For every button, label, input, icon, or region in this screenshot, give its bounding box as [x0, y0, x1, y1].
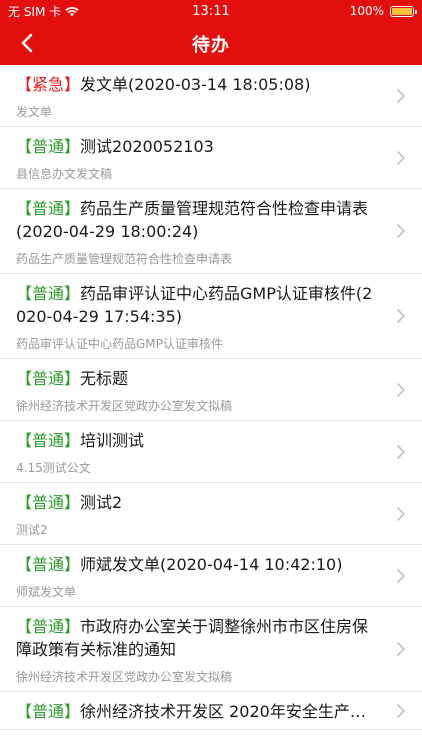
item-title: 【普通】培训测试: [16, 429, 382, 452]
chevron-right-icon: [397, 568, 405, 583]
item-title: 【普通】药品审评认证中心药品GMP认证审核件(2020-04-29 17:54:…: [16, 282, 382, 328]
chevron-right-icon: [397, 150, 405, 165]
header: 无 SIM 卡 13:11 100% 待办: [0, 0, 422, 65]
item-subtitle: 药品生产质量管理规范符合性检查申请表: [16, 252, 233, 266]
status-bar: 无 SIM 卡 13:11 100%: [0, 0, 422, 22]
list-item[interactable]: 【普通】徐州经济技术开发区 2020年安全生产…: [0, 692, 422, 730]
chevron-right-icon: [397, 506, 405, 521]
list-item[interactable]: 【普通】培训测试 4.15测试公文: [0, 421, 422, 483]
item-title-text: 测试2020052103: [80, 137, 214, 156]
item-subtitle: 徐州经济技术开发区党政办公室发文拟稿: [16, 399, 233, 413]
item-subtitle: 发文单: [16, 105, 53, 119]
chevron-right-icon: [397, 642, 405, 656]
normal-tag: 【普通】: [16, 199, 81, 218]
item-subtitle: 县信息办文发文稿: [16, 167, 113, 181]
item-title: 【普通】师斌发文单(2020-04-14 10:42:10): [16, 553, 382, 576]
chevron-right-icon: [397, 444, 405, 459]
item-title-text: 培训测试: [80, 431, 145, 450]
item-subtitle: 测试2: [16, 523, 48, 537]
list-item[interactable]: 【普通】测试2020052103 县信息办文发文稿: [0, 127, 422, 189]
item-title-text: 无标题: [80, 369, 129, 388]
list-item[interactable]: 【普通】药品生产质量管理规范符合性检查申请表(2020-04-29 18:00:…: [0, 189, 422, 274]
item-title: 【普通】市政府办公室关于调整徐州市市区住房保障政策有关标准的通知: [16, 615, 382, 661]
chevron-right-icon: [397, 224, 405, 238]
normal-tag: 【普通】: [16, 284, 81, 303]
chevron-right-icon: [397, 703, 405, 718]
list-item[interactable]: 【普通】药品审评认证中心药品GMP认证审核件(2020-04-29 17:54:…: [0, 274, 422, 359]
item-title: 【紧急】发文单(2020-03-14 18:05:08): [16, 73, 382, 96]
normal-tag: 【普通】: [16, 555, 81, 574]
normal-tag: 【普通】: [16, 369, 81, 388]
list-item[interactable]: 【普通】市政府办公室关于调整徐州市市区住房保障政策有关标准的通知徐州经济技术开发…: [0, 607, 422, 692]
item-subtitle: 药品审评认证中心药品GMP认证审核件: [16, 337, 223, 351]
chevron-right-icon: [397, 382, 405, 397]
list-item[interactable]: 【普通】师斌发文单(2020-04-14 10:42:10) 师斌发文单: [0, 545, 422, 607]
list-item[interactable]: 【紧急】发文单(2020-03-14 18:05:08) 发文单: [0, 65, 422, 127]
list-item[interactable]: 【普通】测试2 测试2: [0, 483, 422, 545]
item-title-text: 徐州经济技术开发区 2020年安全生产…: [80, 702, 366, 721]
back-button[interactable]: [10, 26, 44, 60]
item-title: 【普通】药品生产质量管理规范符合性检查申请表(2020-04-29 18:00:…: [16, 197, 382, 243]
normal-tag: 【普通】: [16, 137, 81, 156]
urgent-tag: 【紧急】: [16, 75, 81, 94]
chevron-right-icon: [397, 88, 405, 103]
normal-tag: 【普通】: [16, 431, 81, 450]
page-title: 待办: [192, 34, 230, 56]
todo-list: 【紧急】发文单(2020-03-14 18:05:08) 发文单 【普通】测试202…: [0, 65, 422, 730]
chevron-right-icon: [397, 309, 405, 323]
normal-tag: 【普通】: [16, 493, 81, 512]
item-subtitle: 徐州经济技术开发区党政办公室发文拟稿: [16, 670, 233, 684]
item-subtitle: 师斌发文单: [16, 585, 77, 599]
normal-tag: 【普通】: [16, 702, 81, 721]
item-subtitle: 4.15测试公文: [16, 461, 91, 475]
list-item[interactable]: 【普通】无标题徐州经济技术开发区党政办公室发文拟稿: [0, 359, 422, 421]
item-title: 【普通】测试2020052103: [16, 135, 382, 158]
item-title: 【普通】徐州经济技术开发区 2020年安全生产…: [16, 700, 382, 723]
chevron-left-icon: [21, 33, 33, 53]
item-title-text: 发文单(2020-03-14 18:05:08): [80, 75, 311, 94]
item-title-text: 师斌发文单(2020-04-14 10:42:10): [80, 555, 343, 574]
normal-tag: 【普通】: [16, 617, 81, 636]
battery-icon: [390, 5, 417, 17]
status-time: 13:11: [192, 3, 230, 19]
nav-bar: 待办: [0, 22, 422, 65]
item-title: 【普通】无标题: [16, 367, 382, 390]
item-title-text: 测试2: [80, 493, 123, 512]
item-title: 【普通】测试2: [16, 491, 382, 514]
battery-fill: [392, 7, 412, 15]
